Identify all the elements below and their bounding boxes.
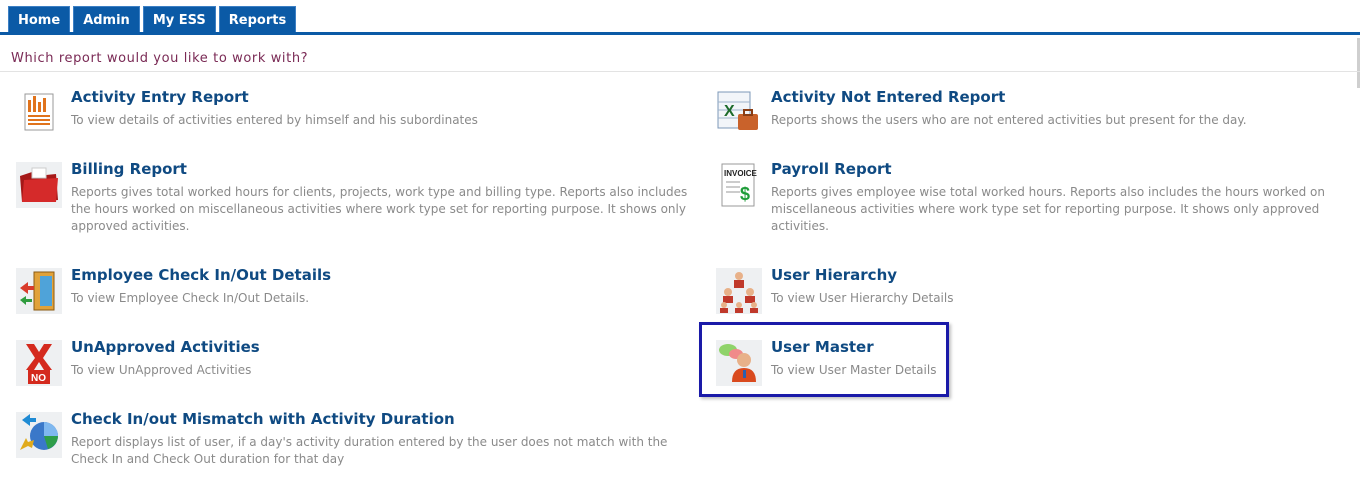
report-desc-unapproved-activities: To view UnApproved Activities	[71, 363, 252, 377]
svg-text:X: X	[724, 103, 735, 120]
tab-home[interactable]: Home	[8, 6, 71, 33]
svg-text:$: $	[740, 184, 750, 204]
bar-chart-document-icon	[16, 90, 62, 136]
report-title-check-in-out-mismatch[interactable]: Check In/out Mismatch with Activity Dura…	[71, 410, 455, 428]
report-desc-check-in-out-mismatch: Report displays list of user, if a day's…	[71, 435, 668, 466]
report-item-activity-entry: Activity Entry Report To view details of…	[16, 88, 696, 150]
svg-text:INVOICE: INVOICE	[724, 169, 758, 178]
report-item-user-hierarchy: User Hierarchy To view User Hierarchy De…	[716, 266, 1356, 328]
excel-briefcase-icon: X	[716, 90, 762, 136]
report-desc-activity-not-entered: Reports shows the users who are not ente…	[771, 113, 1247, 127]
report-title-activity-entry[interactable]: Activity Entry Report	[71, 88, 249, 106]
report-title-payroll[interactable]: Payroll Report	[771, 160, 892, 178]
report-title-employee-check-in-out[interactable]: Employee Check In/Out Details	[71, 266, 331, 284]
tab-reports[interactable]: Reports	[218, 6, 297, 33]
report-item-check-in-out-mismatch: Check In/out Mismatch with Activity Dura…	[16, 410, 696, 482]
report-title-unapproved-activities[interactable]: UnApproved Activities	[71, 338, 260, 356]
highlight-box	[699, 322, 949, 397]
heading-divider	[0, 71, 1360, 72]
report-item-employee-check-in-out: Employee Check In/Out Details To view Em…	[16, 266, 696, 328]
page-heading: Which report would you like to work with…	[11, 51, 309, 66]
tab-my-ess[interactable]: My ESS	[142, 6, 216, 33]
main-nav-tabs: Home Admin My ESS Reports	[8, 6, 299, 33]
tab-admin[interactable]: Admin	[73, 6, 140, 33]
nav-underline	[0, 32, 1360, 35]
svg-text:NO: NO	[31, 373, 46, 384]
user-hierarchy-icon	[716, 268, 762, 314]
red-x-no-icon: NO	[16, 340, 62, 386]
report-item-billing: Billing Report Reports gives total worke…	[16, 160, 696, 252]
door-exit-icon	[16, 268, 62, 314]
report-desc-billing: Reports gives total worked hours for cli…	[71, 185, 688, 233]
invoice-dollar-icon: INVOICE $	[716, 162, 762, 208]
report-item-unapproved-activities: NO UnApproved Activities To view UnAppro…	[16, 338, 696, 400]
report-desc-user-hierarchy: To view User Hierarchy Details	[771, 291, 954, 305]
report-title-user-hierarchy[interactable]: User Hierarchy	[771, 266, 897, 284]
pie-chart-arrows-icon	[16, 412, 62, 458]
report-title-activity-not-entered[interactable]: Activity Not Entered Report	[771, 88, 1005, 106]
report-desc-payroll: Reports gives employee wise total worked…	[771, 185, 1325, 233]
report-item-activity-not-entered: X Activity Not Entered Report Reports sh…	[716, 88, 1356, 150]
red-folder-icon	[16, 162, 62, 208]
report-desc-activity-entry: To view details of activities entered by…	[71, 113, 478, 127]
report-item-payroll: INVOICE $ Payroll Report Reports gives em…	[716, 160, 1356, 252]
report-desc-employee-check-in-out: To view Employee Check In/Out Details.	[71, 291, 310, 305]
report-title-billing[interactable]: Billing Report	[71, 160, 187, 178]
